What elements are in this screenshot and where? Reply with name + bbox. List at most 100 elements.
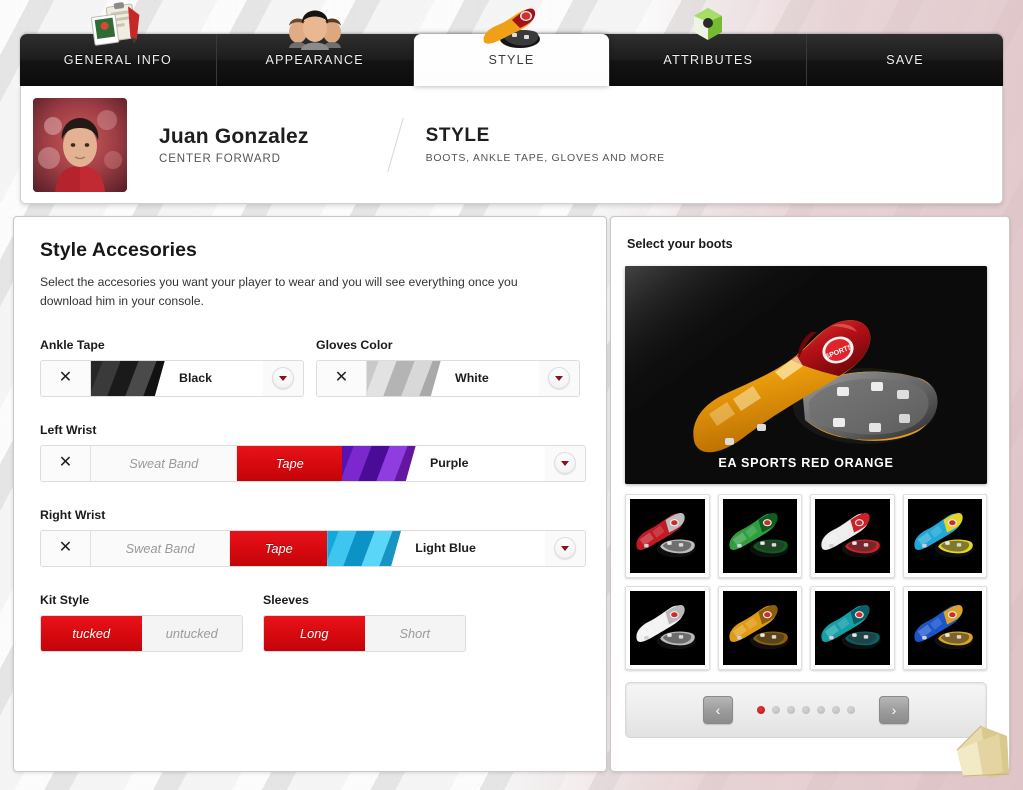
field-row-1: Ankle Tape ✕ Black Gloves Color ✕ White: [40, 338, 580, 397]
color-dropdown-button[interactable]: [545, 530, 585, 566]
avatar-portrait-icon: [33, 97, 127, 192]
thumbnail-boot-green[interactable]: [717, 494, 802, 578]
field-left-wrist: Left Wrist ✕ Sweat Band Tape Purple: [40, 423, 586, 482]
color-swatch-area[interactable]: Purple: [341, 445, 545, 481]
close-x-icon[interactable]: ✕: [317, 360, 367, 396]
boot-teal-icon: [815, 594, 890, 662]
boots-panel-title: Select your boots: [627, 237, 733, 251]
player-name: Juan Gonzalez: [159, 124, 309, 148]
panel-title: Style Accesories: [40, 239, 197, 261]
close-x-icon[interactable]: ✕: [41, 530, 91, 566]
thumbnail-boot-white-red[interactable]: [810, 494, 895, 578]
section-block: STYLE BOOTS, ANKLE TAPE, GLOVES AND MORE: [426, 125, 665, 164]
color-swatch-area[interactable]: Black: [91, 360, 263, 396]
chevron-right-icon: ›: [891, 702, 897, 718]
toggle-option-untucked[interactable]: untucked: [141, 615, 242, 651]
color-dropdown-button[interactable]: [539, 360, 579, 396]
tab-style[interactable]: STYLE: [413, 8, 610, 86]
tab-general-info[interactable]: GENERAL INFO: [20, 2, 217, 86]
toggle-group-sleeves: Sleeves Long Short: [263, 593, 466, 652]
selector-right-wrist: ✕ Sweat Band Tape Light Blue: [40, 529, 586, 567]
toggle-label: Sleeves: [263, 592, 309, 607]
green-ball-icon: [677, 2, 739, 50]
color-name-label: Black: [179, 371, 213, 386]
option-tape[interactable]: Tape: [230, 530, 328, 566]
pager-prev-button[interactable]: ‹: [703, 696, 733, 724]
toggle-control: tucked untucked: [40, 614, 243, 652]
toggle-label: Kit Style: [40, 592, 90, 607]
boot-white-silver-icon: [630, 594, 705, 662]
chevron-down-icon: [553, 452, 576, 475]
selector-ankle-tape: ✕ Black: [40, 359, 304, 397]
toggles-container: Kit Style tucked untucked Sleeves Long Short: [40, 593, 580, 652]
color-name-label: Purple: [429, 456, 469, 471]
field-label: Ankle Tape: [40, 337, 105, 352]
pager-dots: [757, 706, 855, 714]
thumbnail-boot-gold-orange[interactable]: [717, 586, 802, 670]
tab-appearance[interactable]: APPEARANCE: [217, 10, 414, 86]
close-x-icon[interactable]: ✕: [41, 360, 91, 396]
boot-green-icon: [722, 502, 797, 570]
pager-dot-6[interactable]: [832, 706, 840, 714]
pager-next-button[interactable]: ›: [879, 696, 909, 724]
color-dropdown-button[interactable]: [544, 445, 585, 481]
color-swatch-area[interactable]: Light Blue: [327, 530, 546, 566]
section-subtitle: BOOTS, ANKLE TAPE, GLOVES AND MORE: [425, 152, 665, 164]
boot-blue-gold-icon: [907, 594, 982, 662]
cards-clipboard-icon: [87, 2, 149, 50]
faces-icon: [284, 2, 346, 50]
option-sweat-band[interactable]: Sweat Band: [91, 530, 231, 566]
color-swatch-icon: [367, 360, 441, 396]
pager-dot-1[interactable]: [757, 706, 765, 714]
field-label: Right Wrist: [40, 507, 106, 522]
thumbnail-boot-blue-gold[interactable]: [902, 586, 987, 670]
color-dropdown-button[interactable]: [263, 360, 303, 396]
color-swatch-icon: [91, 360, 165, 396]
toggle-option-long[interactable]: Long: [264, 615, 365, 651]
pager-dot-2[interactable]: [772, 706, 780, 714]
color-swatch-icon: [341, 445, 416, 481]
tab-label: SAVE: [886, 53, 924, 67]
pager-dot-3[interactable]: [787, 706, 795, 714]
color-swatch: [367, 360, 441, 396]
toggle-option-short[interactable]: Short: [364, 615, 465, 651]
field-right-wrist: Right Wrist ✕ Sweat Band Tape Light Blue: [40, 508, 586, 567]
close-x-icon[interactable]: ✕: [41, 445, 91, 481]
chevron-down-icon: [548, 367, 570, 390]
player-position: CENTER FORWARD: [159, 152, 281, 165]
boot-thumbnail-grid: [625, 494, 987, 670]
color-swatch-icon: [327, 530, 402, 566]
boot-red-grey-icon: [630, 502, 705, 570]
pager-dot-7[interactable]: [847, 706, 855, 714]
selector-left-wrist: ✕ Sweat Band Tape Purple: [40, 444, 586, 482]
field-label: Gloves Color: [316, 337, 393, 352]
hero-boot-preview[interactable]: SPORTS EA SPORTS RED ORANGE: [625, 266, 987, 484]
section-title: STYLE: [425, 125, 490, 146]
header-divider: [386, 117, 404, 172]
thumbnail-boot-teal[interactable]: [810, 586, 895, 670]
thumbnail-boot-cyan-yellow[interactable]: [902, 494, 987, 578]
thumbnail-boot-white-silver[interactable]: [625, 586, 710, 670]
color-swatch: [327, 530, 402, 566]
pager-dot-5[interactable]: [817, 706, 825, 714]
pager-dot-4[interactable]: [802, 706, 810, 714]
tab-label: STYLE: [488, 53, 535, 67]
panel-description: Select the accesories you want your play…: [40, 275, 518, 309]
tab-save[interactable]: SAVE: [807, 34, 1003, 86]
boot-white-red-icon: [815, 502, 890, 570]
thumbnail-boot-red-grey[interactable]: [625, 494, 710, 578]
color-swatch-area[interactable]: White: [367, 360, 539, 396]
chevron-left-icon: ‹: [715, 702, 721, 718]
thumbnail-image: [630, 499, 705, 573]
color-name-label: Light Blue: [415, 541, 476, 556]
boots-panel: Select your boots SPORTS EA SPORTS RED O…: [610, 216, 1010, 772]
fields-container: Ankle Tape ✕ Black Gloves Color ✕ White Left…: [40, 338, 586, 567]
toggle-option-tucked[interactable]: tucked: [41, 615, 142, 651]
thumbnail-image: [630, 591, 705, 665]
toggle-control: Long Short: [263, 614, 466, 652]
option-tape[interactable]: Tape: [237, 445, 342, 481]
avatar: [33, 97, 127, 192]
tab-attributes[interactable]: ATTRIBUTES: [609, 8, 808, 86]
option-sweat-band[interactable]: Sweat Band: [91, 445, 238, 481]
tab-label: APPEARANCE: [265, 53, 364, 67]
